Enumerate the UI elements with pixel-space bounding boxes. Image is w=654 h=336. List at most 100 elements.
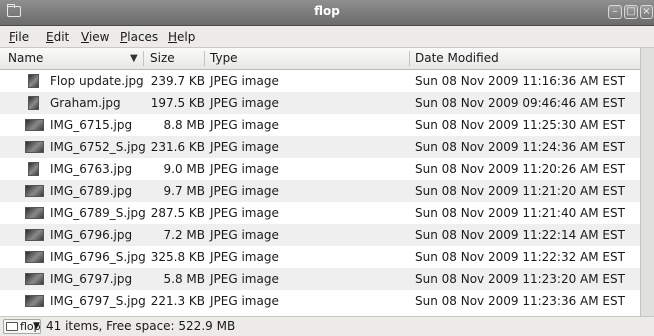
file-row[interactable]: IMG_6796.jpg 7.2 MB JPEG image Sun 08 Nov 2… — [0, 224, 640, 246]
file-name: IMG_6797.jpg — [50, 272, 133, 286]
scrollbar[interactable] — [640, 48, 654, 316]
file-date: Sun 08 Nov 2009 11:23:36 AM EST — [415, 294, 625, 308]
image-thumbnail-icon — [28, 96, 39, 110]
file-size: 9.7 MB — [163, 184, 205, 198]
maximize-icon[interactable]: □ — [624, 5, 638, 19]
image-thumbnail-icon — [28, 74, 39, 88]
menu-file[interactable]: File — [9, 30, 29, 44]
file-name: IMG_6789.jpg — [50, 184, 133, 198]
file-name: IMG_6796_S.jpg — [50, 250, 146, 264]
file-size: 9.0 MB — [163, 162, 205, 176]
file-size: 239.7 KB — [150, 74, 205, 88]
file-name: IMG_6797_S.jpg — [50, 294, 146, 308]
file-size: 221.3 KB — [150, 294, 205, 308]
file-name: IMG_6752_S.jpg — [50, 140, 146, 154]
file-date: Sun 08 Nov 2009 11:21:40 AM EST — [415, 206, 625, 220]
menu-file-rest: ile — [15, 30, 30, 44]
image-thumbnail-icon — [25, 273, 44, 285]
menu-help-mnemonic: H — [168, 30, 178, 44]
file-list: Name ▼ Size Type Date Modified Flop upda… — [0, 48, 640, 316]
file-type: JPEG image — [210, 250, 279, 264]
chevron-down-icon: ▼ — [33, 321, 40, 331]
file-date: Sun 08 Nov 2009 11:25:30 AM EST — [415, 118, 625, 132]
file-type: JPEG image — [210, 118, 279, 132]
file-type: JPEG image — [210, 206, 279, 220]
column-type-header[interactable]: Type — [210, 48, 238, 69]
image-thumbnail-icon — [25, 295, 44, 307]
file-row[interactable]: IMG_6789_S.jpg 287.5 KB JPEG image Sun 08 N… — [0, 202, 640, 224]
file-row[interactable]: IMG_6797_S.jpg 221.3 KB JPEG image Sun 08 N… — [0, 290, 640, 312]
menu-places[interactable]: Places — [120, 30, 158, 44]
file-row[interactable]: Flop update.jpg 239.7 KB JPEG image Sun 08 … — [0, 70, 640, 92]
file-name: Graham.jpg — [50, 96, 121, 110]
image-thumbnail-icon — [25, 141, 44, 153]
image-thumbnail-icon — [25, 207, 44, 219]
file-row[interactable]: IMG_6752_S.jpg 231.6 KB JPEG image Sun 08 N… — [0, 136, 640, 158]
menu-edit[interactable]: Edit — [46, 30, 69, 44]
file-name: Flop update.jpg — [50, 74, 144, 88]
file-date: Sun 08 Nov 2009 11:24:36 AM EST — [415, 140, 625, 154]
menu-places-rest: laces — [127, 30, 159, 44]
close-icon[interactable]: × — [640, 5, 653, 19]
title-bar[interactable]: flop – □ × — [0, 0, 654, 26]
file-type: JPEG image — [210, 74, 279, 88]
file-size: 8.8 MB — [163, 118, 205, 132]
status-bar: flop ▼ 41 items, Free space: 522.9 MB — [0, 316, 654, 336]
file-name: IMG_6715.jpg — [50, 118, 133, 132]
chevron-down-icon[interactable]: ▼ — [130, 48, 138, 69]
file-type: JPEG image — [210, 162, 279, 176]
file-row[interactable]: IMG_6796_S.jpg 325.8 KB JPEG image Sun 08 N… — [0, 246, 640, 268]
column-name-header[interactable]: Name — [8, 48, 43, 69]
file-date: Sun 08 Nov 2009 11:22:14 AM EST — [415, 228, 625, 242]
menu-bar: File Edit View Places Help — [0, 26, 654, 48]
file-row[interactable]: IMG_6789.jpg 9.7 MB JPEG image Sun 08 Nov 2… — [0, 180, 640, 202]
file-size: 197.5 KB — [150, 96, 205, 110]
file-manager-window: flop – □ × File Edit View Places Help Na… — [0, 0, 654, 336]
window-title: flop — [314, 4, 340, 18]
file-date: Sun 08 Nov 2009 11:23:20 AM EST — [415, 272, 625, 286]
file-type: JPEG image — [210, 228, 279, 242]
column-header: Name ▼ Size Type Date Modified — [0, 48, 640, 70]
menu-help[interactable]: Help — [168, 30, 195, 44]
file-row[interactable]: IMG_6763.jpg 9.0 MB JPEG image Sun 08 Nov 2… — [0, 158, 640, 180]
column-separator[interactable] — [204, 51, 205, 66]
file-size: 7.2 MB — [163, 228, 205, 242]
menu-edit-mnemonic: E — [46, 30, 54, 44]
file-date: Sun 08 Nov 2009 09:46:46 AM EST — [415, 96, 625, 110]
file-row[interactable]: Graham.jpg 197.5 KB JPEG image Sun 08 Nov 2… — [0, 92, 640, 114]
location-button[interactable]: flop ▼ — [3, 319, 41, 334]
file-date: Sun 08 Nov 2009 11:16:36 AM EST — [415, 74, 625, 88]
file-row[interactable]: IMG_6715.jpg 8.8 MB JPEG image Sun 08 Nov 2… — [0, 114, 640, 136]
status-text: 41 items, Free space: 522.9 MB — [46, 319, 236, 333]
file-size: 325.8 KB — [150, 250, 205, 264]
menu-view[interactable]: View — [81, 30, 109, 44]
file-type: JPEG image — [210, 96, 279, 110]
file-type: JPEG image — [210, 272, 279, 286]
file-name: IMG_6796.jpg — [50, 228, 133, 242]
menu-view-rest: iew — [88, 30, 110, 44]
file-name: IMG_6763.jpg — [50, 162, 133, 176]
menu-view-mnemonic: V — [81, 30, 89, 44]
file-size: 5.8 MB — [163, 272, 205, 286]
column-date-header[interactable]: Date Modified — [415, 48, 499, 69]
menu-help-rest: elp — [177, 30, 196, 44]
file-row[interactable]: IMG_6797.jpg 5.8 MB JPEG image Sun 08 Nov 2… — [0, 268, 640, 290]
file-type: JPEG image — [210, 294, 279, 308]
file-date: Sun 08 Nov 2009 11:21:20 AM EST — [415, 184, 625, 198]
menu-edit-rest: dit — [53, 30, 70, 44]
file-size: 231.6 KB — [150, 140, 205, 154]
folder-icon — [6, 322, 18, 331]
file-type: JPEG image — [210, 184, 279, 198]
file-size: 287.5 KB — [150, 206, 205, 220]
image-thumbnail-icon — [28, 162, 39, 176]
file-date: Sun 08 Nov 2009 11:20:26 AM EST — [415, 162, 625, 176]
column-size-header[interactable]: Size — [150, 48, 175, 69]
file-date: Sun 08 Nov 2009 11:22:32 AM EST — [415, 250, 625, 264]
file-type: JPEG image — [210, 140, 279, 154]
image-thumbnail-icon — [25, 185, 44, 197]
column-separator[interactable] — [143, 51, 144, 66]
minimize-icon[interactable]: – — [608, 5, 622, 19]
column-separator[interactable] — [409, 51, 410, 66]
file-name: IMG_6789_S.jpg — [50, 206, 146, 220]
image-thumbnail-icon — [25, 229, 44, 241]
